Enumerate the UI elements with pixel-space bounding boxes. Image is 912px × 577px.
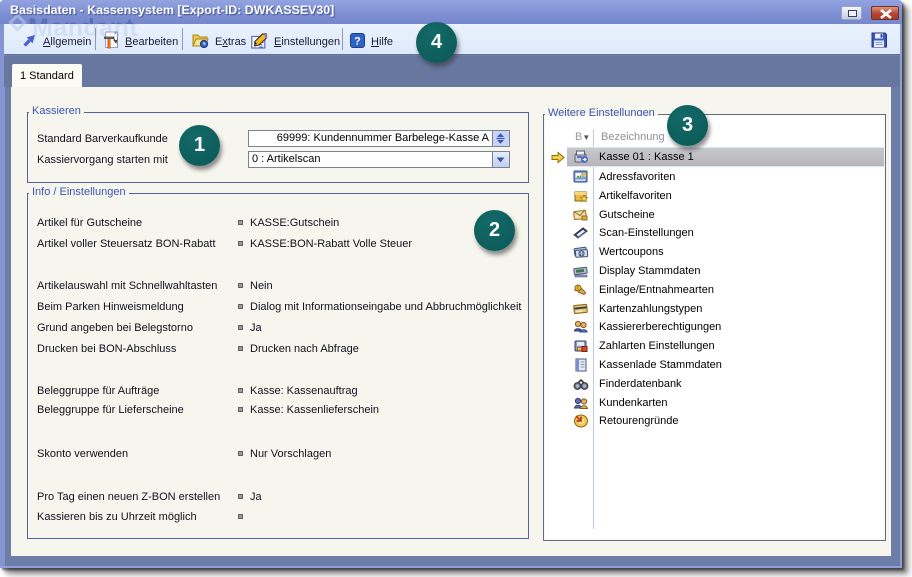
svg-text:€: € bbox=[577, 286, 580, 292]
svg-text:10: 10 bbox=[578, 251, 584, 257]
svg-text:?: ? bbox=[354, 35, 361, 47]
